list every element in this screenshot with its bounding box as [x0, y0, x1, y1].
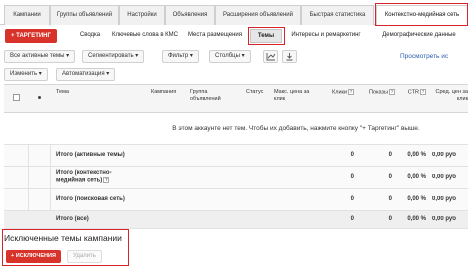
action-toolbar: Изменить ▾ Автоматизация ▾ [0, 66, 468, 83]
columns-dropdown[interactable]: Столбцы ▾ [209, 50, 251, 63]
subtab-summary[interactable]: Сводка [71, 29, 109, 43]
ctr-value: 0,00 % [407, 174, 426, 180]
subtab-placements[interactable]: Места размещения [184, 29, 246, 43]
impressions-value: 0 [388, 196, 392, 202]
col-ctr[interactable]: CTR? [400, 89, 426, 96]
all-active-topics-dropdown[interactable]: Все активные темы ▾ [4, 50, 76, 63]
tab-ad-groups[interactable]: Группы объявлений [50, 5, 119, 25]
campaign-tabs: Кампании Группы объявлений Настройки Объ… [0, 0, 468, 26]
add-exclusions-button[interactable]: + ИСКЛЮЧЕНИЯ [6, 250, 61, 263]
help-icon[interactable]: ? [103, 177, 110, 183]
impressions-value: 0 [388, 152, 392, 158]
display-subtabs: + ТАРГЕТИНГ Сводка Ключевые слова в КМС … [0, 26, 468, 46]
table-row: Итого (поисковая сеть) 0 0 0,00 % 0,00 р… [4, 189, 468, 211]
table-row: Итого (активные темы) 0 0 0,00 % 0,00 ру… [4, 145, 468, 167]
subtab-interests-remarketing[interactable]: Интересы и ремаркетинг [285, 29, 367, 43]
avg-cpc-value: 0,00 руб [432, 216, 456, 222]
tab-ads[interactable]: Объявления [165, 5, 215, 25]
impressions-value: 0 [388, 174, 392, 180]
edit-dropdown[interactable]: Изменить ▾ [4, 68, 48, 81]
excluded-topics-title: Исключенные темы кампании [4, 233, 122, 243]
col-impressions[interactable]: Показы? [359, 89, 395, 96]
filter-toolbar: Все активные темы ▾ Сегментировать ▾ Фил… [0, 48, 468, 65]
col-status[interactable]: Статус [246, 89, 263, 96]
col-ad-group[interactable]: Группа объявлений [190, 89, 230, 103]
avg-cpc-value: 0,00 руб [432, 152, 456, 158]
col-max-cpc[interactable]: Макс. цена за клик [274, 89, 312, 103]
tab-ad-extensions[interactable]: Расширения объявлений [215, 5, 301, 25]
avg-cpc-value: 0,00 руб [432, 196, 456, 202]
ctr-value: 0,00 % [407, 216, 426, 222]
add-targeting-button[interactable]: + ТАРГЕТИНГ [5, 29, 57, 43]
impressions-value: 0 [388, 216, 392, 222]
subtab-display-keywords[interactable]: Ключевые слова в КМС [110, 29, 180, 43]
help-icon[interactable]: ? [389, 89, 395, 95]
help-icon[interactable]: ? [420, 89, 426, 95]
subtab-demographics[interactable]: Демографические данные [370, 29, 468, 43]
automate-dropdown[interactable]: Автоматизация ▾ [56, 68, 116, 81]
filter-dropdown[interactable]: Фильтр ▾ [162, 50, 199, 63]
table-header: Тема Кампания Группа объявлений Статус М… [4, 84, 468, 113]
clicks-value: 0 [350, 216, 354, 222]
subtab-topics[interactable]: Темы [250, 29, 282, 43]
segment-dropdown[interactable]: Сегментировать ▾ [82, 50, 145, 63]
view-history-link[interactable]: Просмотреть ис [400, 50, 448, 63]
tab-quick-stats[interactable]: Быстрая статистика [301, 5, 374, 25]
status-dot-icon [38, 96, 41, 99]
chart-icon[interactable] [263, 50, 278, 63]
help-icon[interactable]: ? [348, 89, 354, 95]
row-label: Итого (контекстно-медийная сеть)? [56, 170, 112, 184]
avg-cpc-value: 0,00 руб [432, 174, 456, 180]
clicks-value: 0 [350, 174, 354, 180]
row-label: Итого (все) [56, 216, 89, 222]
tab-display-network[interactable]: Контекстно-медийная сеть [376, 5, 468, 26]
ctr-value: 0,00 % [407, 196, 426, 202]
col-theme[interactable]: Тема [56, 89, 69, 96]
col-avg-cpc[interactable]: Сред. цен за клик [432, 89, 468, 103]
row-label: Итого (поисковая сеть) [56, 196, 125, 202]
row-label: Итого (активные темы) [56, 152, 125, 158]
clicks-value: 0 [350, 152, 354, 158]
tab-campaigns[interactable]: Кампании [4, 5, 50, 25]
download-icon[interactable] [282, 50, 297, 63]
table-row: Итого (контекстно-медийная сеть)? 0 0 0,… [4, 167, 468, 189]
tab-settings[interactable]: Настройки [119, 5, 165, 25]
empty-table-message: В этом аккаунте нет тем. Чтобы их добави… [4, 113, 468, 145]
topics-table: Тема Кампания Группа объявлений Статус М… [4, 84, 468, 229]
ctr-value: 0,00 % [407, 152, 426, 158]
clicks-value: 0 [350, 196, 354, 202]
col-campaign[interactable]: Кампания [151, 89, 176, 96]
select-all-checkbox[interactable] [13, 94, 20, 101]
delete-button[interactable]: Удалить [67, 250, 102, 263]
col-clicks[interactable]: Клики? [324, 89, 354, 96]
table-row: Итого (все) 0 0 0,00 % 0,00 руб [4, 211, 468, 229]
